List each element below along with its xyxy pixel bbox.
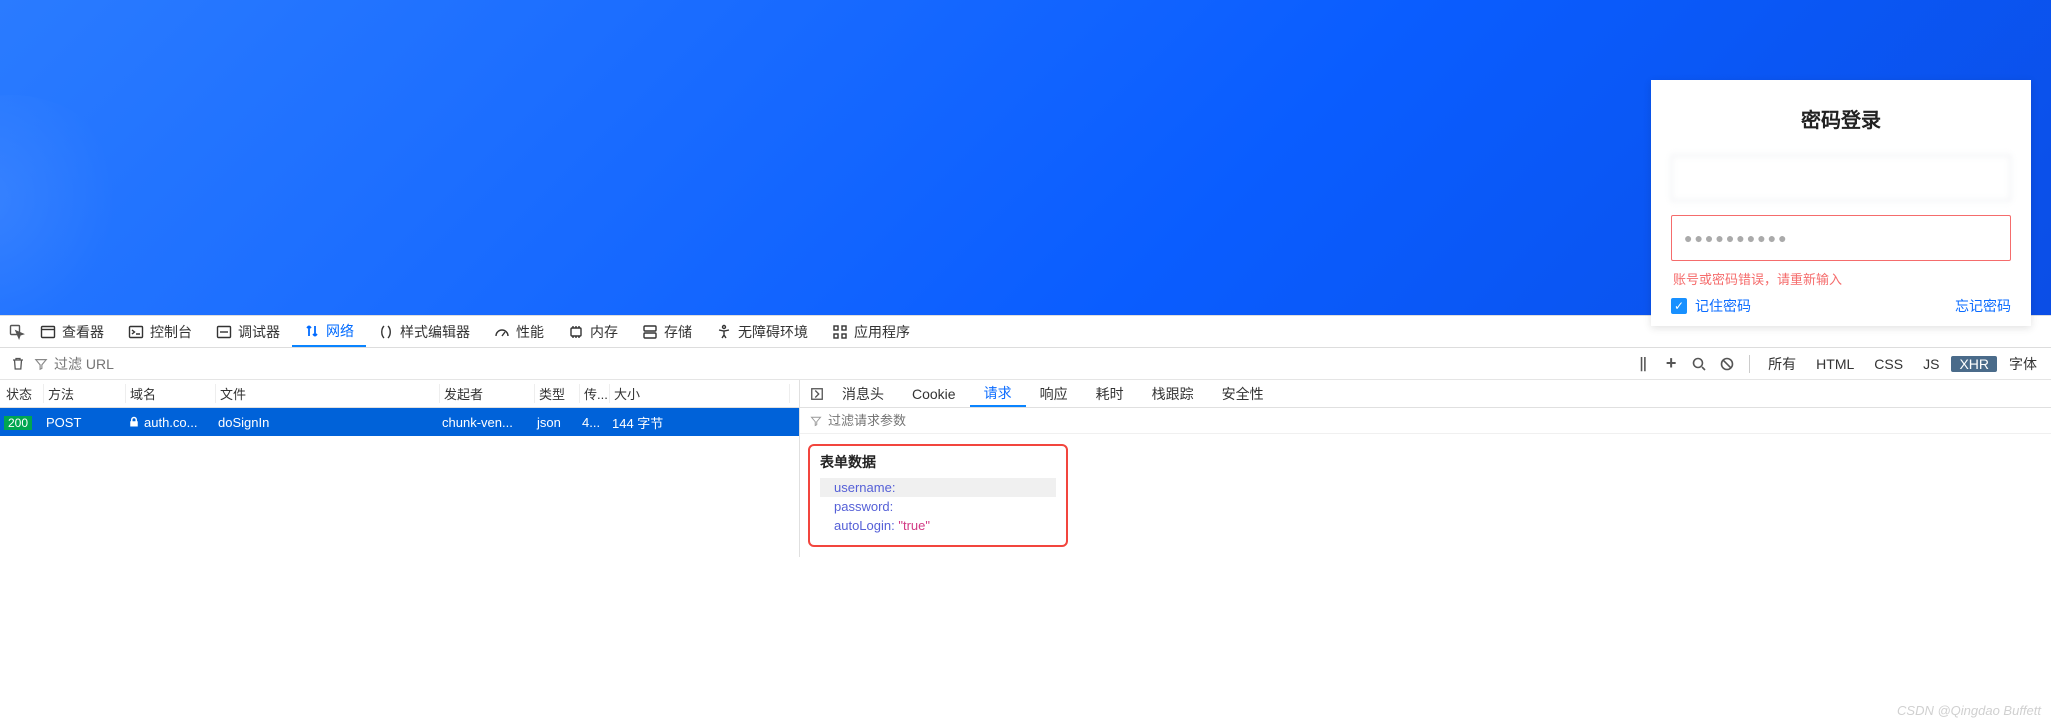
- detail-tab-security[interactable]: 安全性: [1208, 380, 1278, 407]
- col-size[interactable]: 大小: [610, 384, 790, 403]
- tab-network[interactable]: 网络: [292, 316, 366, 347]
- funnel-icon: [34, 357, 48, 371]
- pause-icon[interactable]: ‖: [1631, 352, 1655, 376]
- remember-label: 记住密码: [1695, 296, 1751, 316]
- form-entry: password:: [820, 497, 1056, 516]
- form-entry: username:: [820, 478, 1056, 497]
- plus-icon[interactable]: +: [1659, 352, 1683, 376]
- url-filter[interactable]: [34, 356, 174, 372]
- tab-accessibility[interactable]: 无障碍环境: [704, 316, 820, 347]
- request-params-filter-input[interactable]: [828, 413, 2041, 428]
- tab-debugger[interactable]: 调试器: [204, 316, 292, 347]
- username-field[interactable]: [1671, 155, 2011, 201]
- detail-tab-strip: 消息头 Cookie 请求 响应 耗时 栈跟踪 安全性: [800, 380, 2051, 408]
- network-toolbar: ‖ + 所有 HTML CSS JS XHR 字体: [0, 348, 2051, 380]
- cell-method: POST: [42, 415, 124, 430]
- cell-transferred: 4...: [578, 415, 608, 430]
- tab-label: 内存: [590, 322, 618, 342]
- trash-icon[interactable]: [6, 352, 30, 376]
- tab-label: 调试器: [238, 322, 280, 342]
- filter-js[interactable]: JS: [1915, 356, 1947, 372]
- login-error-message: 账号或密码错误，请重新输入: [1673, 269, 2011, 288]
- tab-performance[interactable]: 性能: [482, 316, 556, 347]
- watermark-text: CSDN @Qingdao Buffett: [1897, 703, 2041, 718]
- detail-tab-timings[interactable]: 耗时: [1082, 380, 1138, 407]
- detail-tab-request[interactable]: 请求: [970, 380, 1026, 407]
- form-data-title: 表单数据: [820, 452, 1056, 472]
- status-badge: 200: [4, 416, 32, 430]
- form-entry: autoLogin: "true": [820, 516, 1056, 535]
- detail-tab-response[interactable]: 响应: [1026, 380, 1082, 407]
- tab-memory[interactable]: 内存: [556, 316, 630, 347]
- tab-storage[interactable]: 存储: [630, 316, 704, 347]
- col-domain[interactable]: 域名: [126, 384, 216, 403]
- form-data-panel: 表单数据 username: password: autoLogin: "tru…: [808, 444, 1068, 547]
- col-method[interactable]: 方法: [44, 384, 126, 403]
- form-value: "true": [898, 518, 930, 533]
- filter-xhr[interactable]: XHR: [1951, 356, 1997, 372]
- block-icon[interactable]: [1715, 352, 1739, 376]
- url-filter-input[interactable]: [54, 356, 174, 372]
- cell-file: doSignIn: [214, 415, 438, 430]
- tab-console[interactable]: 控制台: [116, 316, 204, 347]
- tab-style-editor[interactable]: 样式编辑器: [366, 316, 482, 347]
- col-transferred[interactable]: 传...: [580, 384, 610, 403]
- filter-all[interactable]: 所有: [1760, 354, 1804, 374]
- form-key: password: [834, 499, 890, 514]
- detail-tab-stack[interactable]: 栈跟踪: [1138, 380, 1208, 407]
- login-card: 密码登录 ●●●●●●●●●● 账号或密码错误，请重新输入 ✓ 记住密码 忘记密…: [1651, 80, 2031, 326]
- tab-label: 无障碍环境: [738, 322, 808, 342]
- form-key: username: [834, 480, 892, 495]
- network-detail-panel: 消息头 Cookie 请求 响应 耗时 栈跟踪 安全性 表单数据 usernam…: [800, 380, 2051, 557]
- detail-tab-cookie[interactable]: Cookie: [898, 380, 970, 407]
- tab-label: 控制台: [150, 322, 192, 342]
- login-title: 密码登录: [1671, 104, 2011, 133]
- network-request-row[interactable]: 200 POST auth.co... doSignIn chunk-ven..…: [0, 408, 799, 436]
- devtools-panel: 查看器 控制台 调试器 网络 样式编辑器 性能 内存 存储: [0, 315, 2051, 557]
- remember-password-checkbox[interactable]: ✓ 记住密码: [1671, 296, 1751, 316]
- search-icon[interactable]: [1687, 352, 1711, 376]
- page-hero: 密码登录 ●●●●●●●●●● 账号或密码错误，请重新输入 ✓ 记住密码 忘记密…: [0, 0, 2051, 315]
- cell-type: json: [533, 415, 578, 430]
- filter-html[interactable]: HTML: [1808, 356, 1862, 372]
- forgot-password-link[interactable]: 忘记密码: [1955, 296, 2011, 316]
- lock-icon: [128, 416, 140, 428]
- cell-domain: auth.co...: [124, 415, 214, 430]
- form-key: autoLogin: [834, 518, 891, 533]
- funnel-icon: [810, 415, 822, 427]
- detail-tab-headers[interactable]: 消息头: [828, 380, 898, 407]
- filter-fonts[interactable]: 字体: [2001, 354, 2045, 374]
- checkmark-icon: ✓: [1671, 298, 1687, 314]
- tab-label: 网络: [326, 321, 354, 341]
- password-field[interactable]: ●●●●●●●●●●: [1671, 215, 2011, 261]
- cell-size: 144 字节: [608, 413, 788, 432]
- tab-application[interactable]: 应用程序: [820, 316, 922, 347]
- network-columns-header: 状态 方法 域名 文件 发起者 类型 传... 大小: [0, 380, 799, 408]
- network-request-list: 状态 方法 域名 文件 发起者 类型 传... 大小 200 POST auth…: [0, 380, 800, 557]
- tab-label: 性能: [516, 322, 544, 342]
- tab-label: 存储: [664, 322, 692, 342]
- tab-label: 样式编辑器: [400, 322, 470, 342]
- col-type[interactable]: 类型: [535, 384, 580, 403]
- col-initiator[interactable]: 发起者: [440, 384, 535, 403]
- cell-initiator: chunk-ven...: [438, 415, 533, 430]
- filter-css[interactable]: CSS: [1866, 356, 1911, 372]
- col-file[interactable]: 文件: [216, 384, 440, 403]
- toggle-sidebar-icon[interactable]: [806, 387, 828, 401]
- request-params-filter[interactable]: [800, 408, 2051, 434]
- col-status[interactable]: 状态: [2, 384, 44, 403]
- tab-label: 应用程序: [854, 322, 910, 342]
